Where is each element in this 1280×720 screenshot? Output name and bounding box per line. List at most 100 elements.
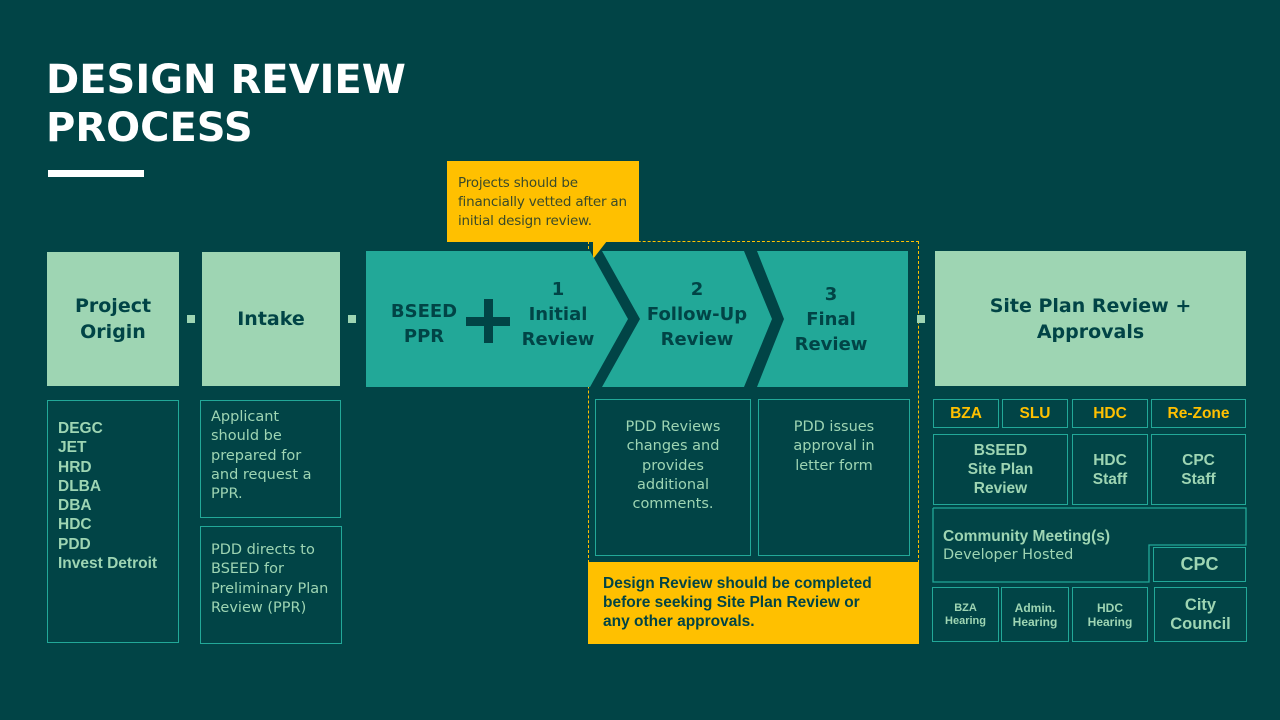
- admin-hearing: Admin. Hearing: [1001, 587, 1069, 642]
- intake-note-directs: PDD directs to BSEED for Preliminary Plan R…: [200, 526, 342, 644]
- title-underline: [48, 170, 144, 177]
- bseed-site-plan-review: BSEED Site Plan Review: [933, 434, 1068, 505]
- financial-vetting-callout: Projects should be financially vetted af…: [447, 161, 639, 242]
- origin-list-item: DEGC: [58, 420, 103, 437]
- stage-intake-label: Intake: [237, 308, 305, 330]
- origin-list-item: DLBA: [58, 477, 102, 495]
- note-line: letter form: [795, 457, 873, 474]
- note-line: PDD Reviews: [625, 419, 721, 435]
- note-line: provides: [641, 457, 704, 474]
- note-line: any other approvals.: [603, 613, 755, 630]
- note-line: and request a: [211, 466, 312, 483]
- stage-final-review: 3 Final Review: [786, 282, 876, 357]
- stage-project-origin-line1: Project: [74, 295, 152, 317]
- stage-project-origin-line2: Origin: [80, 321, 146, 343]
- initial-review-line1: Initial: [528, 304, 588, 325]
- note-line: PDD directs to: [211, 542, 315, 558]
- tag-bza: BZA: [933, 399, 999, 428]
- stage-follow-up-review: 2 Follow-Up Review: [640, 277, 754, 352]
- cpc-staff: CPC Staff: [1151, 434, 1246, 505]
- tag-re-zone: Re-Zone: [1151, 399, 1246, 428]
- intake-note-prepare: Applicant should be prepared for and reques…: [200, 400, 341, 518]
- cell-line: BSEED: [973, 442, 1028, 459]
- title-line-2: PROCESS: [46, 105, 253, 151]
- origin-list-item: HDC: [58, 516, 92, 534]
- cell-line: Staff: [1092, 470, 1128, 488]
- bseed-ppr-line2: PPR: [403, 326, 445, 347]
- tag-hdc-label: HDC: [1093, 404, 1127, 422]
- final-review-line2: Review: [794, 334, 868, 355]
- tag-bza-label: BZA: [950, 404, 982, 422]
- bseed-site-plan-text: BSEED Site Plan Review: [968, 441, 1033, 498]
- plus-icon: [484, 299, 493, 343]
- community-meeting-subtitle: Developer Hosted: [943, 547, 1074, 563]
- origin-list-item: HRD: [58, 458, 92, 476]
- site-plan-line1: Site Plan Review +: [989, 294, 1192, 317]
- city-council: City Council: [1154, 587, 1247, 642]
- site-plan-line2: Approvals: [1036, 320, 1145, 343]
- cell-line: Site Plan: [967, 461, 1034, 478]
- note-line: comments.: [632, 496, 714, 513]
- origin-list: DEGC JET HRD DLBA DBA HDC PDD Invest Detroit: [58, 419, 178, 573]
- note-line: BSEED for: [211, 561, 284, 578]
- community-meeting-title: Community Meeting(s): [943, 528, 1111, 545]
- note-line: should be: [211, 428, 282, 445]
- stage-initial-review: 1 Initial Review: [508, 277, 608, 352]
- admin-hearing-text: Admin. Hearing: [1013, 601, 1058, 629]
- cpc-box: CPC: [1153, 547, 1246, 582]
- cell-line: HDC: [1097, 600, 1123, 615]
- bseed-ppr-line1: BSEED: [390, 301, 458, 322]
- follow-up-line2: Review: [660, 329, 734, 350]
- cpc-label: CPC: [1180, 554, 1219, 574]
- hdc-hearing-text: HDC Hearing: [1088, 601, 1133, 629]
- final-review-line1: Final: [806, 309, 856, 330]
- cell-line: Admin.: [1014, 600, 1056, 615]
- cell-line: City: [1184, 595, 1217, 614]
- completion-note-text: Design Review should be completed before …: [603, 574, 909, 631]
- note-line: approval in: [793, 438, 875, 455]
- origin-list-item: Invest Detroit: [58, 555, 158, 573]
- intake-note-prepare-text: Applicant should be prepared for and reques…: [211, 408, 340, 504]
- hdc-staff: HDC Staff: [1072, 434, 1148, 505]
- note-line: Design Review should be completed: [603, 575, 872, 592]
- final-review-note-text: PDD issues approval in letter form: [759, 418, 909, 476]
- cell-line: Council: [1170, 614, 1231, 633]
- note-line: PPR.: [211, 486, 243, 503]
- connector-dot: [187, 315, 195, 323]
- community-meeting: Community Meeting(s) Developer Hosted: [943, 527, 1153, 565]
- initial-review-number: 1: [551, 279, 565, 300]
- page-title: DESIGN REVIEW PROCESS: [46, 56, 466, 152]
- cell-line: Staff: [1181, 470, 1216, 488]
- final-review-number: 3: [824, 284, 838, 305]
- intake-note-directs-text: PDD directs to BSEED for Preliminary Plan R…: [211, 541, 341, 618]
- note-line: PDD issues: [793, 419, 875, 435]
- connector-dot: [917, 315, 925, 323]
- stage-intake: Intake: [202, 252, 340, 386]
- completion-note: Design Review should be completed before …: [588, 562, 919, 644]
- note-line: Review (PPR): [211, 599, 307, 616]
- follow-up-line1: Follow-Up: [646, 304, 748, 325]
- note-line: Preliminary Plan: [211, 580, 329, 597]
- hdc-hearing: HDC Hearing: [1072, 587, 1148, 642]
- note-line: before seeking Site Plan Review or: [603, 594, 860, 611]
- cell-line: Hearing: [1012, 614, 1058, 629]
- tag-re-zone-label: Re-Zone: [1167, 404, 1230, 422]
- bza-hearing-text: BZA Hearing: [945, 602, 986, 628]
- cpc-staff-text: CPC Staff: [1181, 451, 1215, 489]
- cell-line: Review: [973, 480, 1028, 497]
- origin-list-item: PDD: [58, 535, 91, 553]
- stage-project-origin: Project Origin: [47, 252, 179, 386]
- note-line: changes and: [626, 438, 720, 455]
- tag-slu-label: SLU: [1019, 404, 1051, 422]
- callout-text: Projects should be financially vetted af…: [458, 175, 627, 229]
- tag-slu: SLU: [1002, 399, 1068, 428]
- follow-up-note: PDD Reviews changes and provides additional…: [595, 399, 751, 556]
- connector-dot: [348, 315, 356, 323]
- origin-list-item: JET: [58, 439, 87, 457]
- cell-line: Hearing: [945, 614, 986, 627]
- cell-line: CPC: [1182, 451, 1215, 469]
- origin-list-item: DBA: [58, 497, 92, 515]
- cell-line: BZA: [954, 601, 977, 614]
- initial-review-line2: Review: [521, 329, 595, 350]
- follow-up-note-text: PDD Reviews changes and provides additional…: [596, 418, 750, 514]
